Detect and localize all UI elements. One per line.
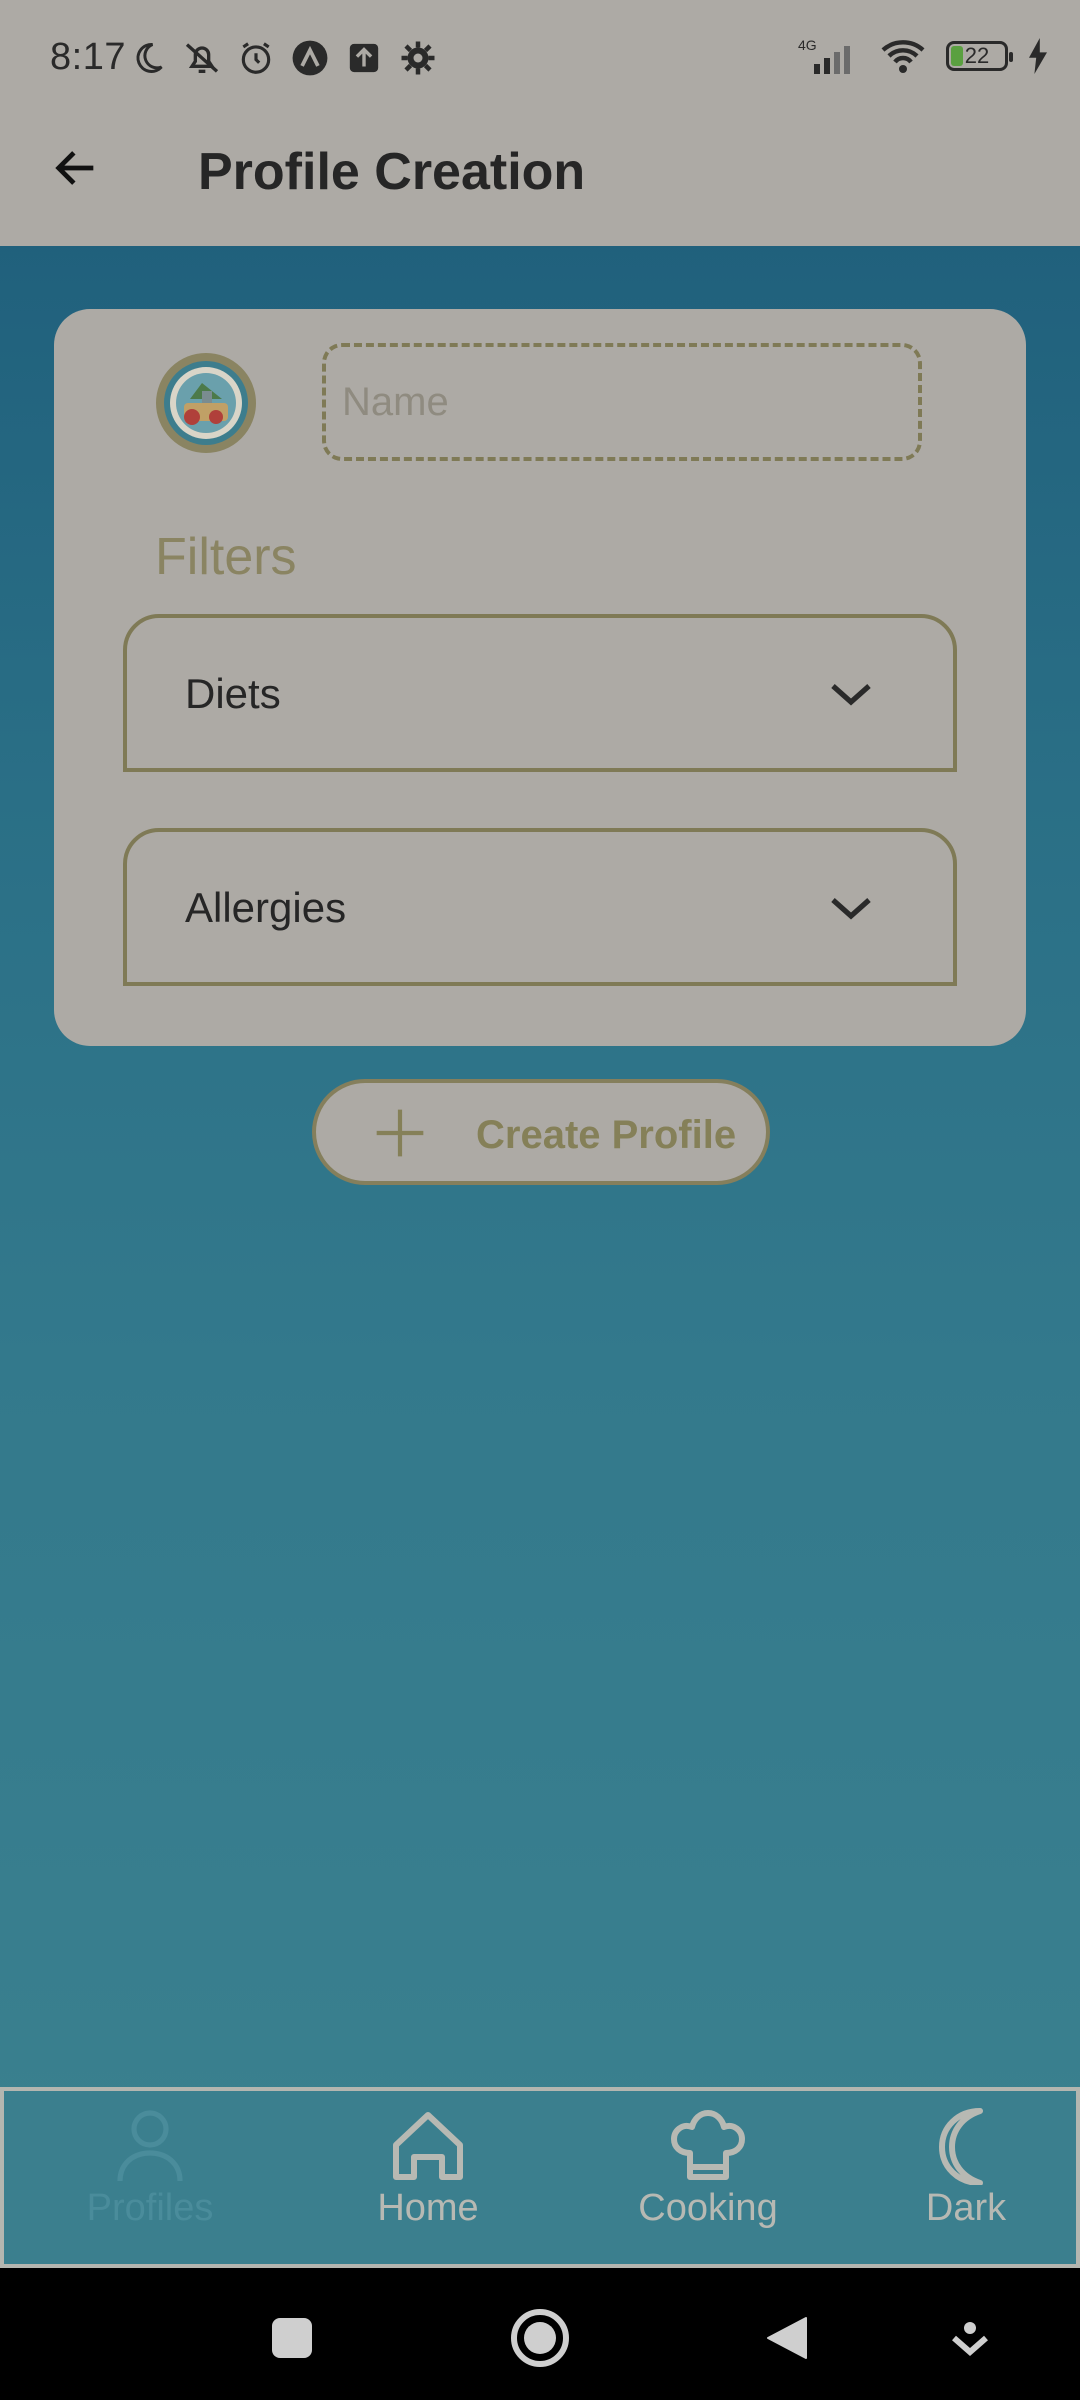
signal-icon: 4G bbox=[794, 36, 860, 76]
nav-label-cooking: Cooking bbox=[638, 2187, 778, 2229]
food-emblem-icon bbox=[164, 361, 248, 445]
chevron-down-icon bbox=[831, 898, 871, 920]
nav-label-profiles: Profiles bbox=[86, 2187, 214, 2229]
filters-heading: Filters bbox=[155, 528, 297, 586]
plus-icon bbox=[376, 1109, 424, 1157]
allergies-dropdown[interactable]: Allergies bbox=[123, 828, 957, 986]
profile-card: Filters Diets Allergies bbox=[54, 309, 1026, 1046]
status-time: 8:17 bbox=[50, 36, 126, 78]
battery-level: 22 bbox=[964, 43, 990, 68]
status-bar: 8:17 4G 22 bbox=[0, 0, 1080, 120]
page-title: Profile Creation bbox=[198, 143, 586, 201]
svg-text:4G: 4G bbox=[798, 37, 817, 53]
back-system-button[interactable] bbox=[762, 2314, 808, 2367]
bottom-navigation: Profiles Home Cooking Dark bbox=[0, 2087, 1080, 2268]
app-icon bbox=[290, 38, 330, 78]
silent-icon bbox=[182, 38, 222, 78]
profile-avatar[interactable] bbox=[156, 353, 256, 453]
recents-button[interactable] bbox=[270, 2316, 314, 2365]
nav-item-profiles[interactable]: Profiles bbox=[50, 2101, 250, 2261]
chevron-down-icon bbox=[831, 684, 871, 706]
status-icons-right: 4G 22 bbox=[794, 36, 1050, 76]
top-bar: 8:17 4G 22 Profile Creation bbox=[0, 0, 1080, 246]
square-icon bbox=[272, 2318, 312, 2358]
status-icons-left bbox=[128, 38, 438, 78]
system-navigation-bar bbox=[0, 2268, 1080, 2400]
gear-icon bbox=[398, 38, 438, 78]
keyboard-hide-button[interactable] bbox=[950, 2318, 990, 2363]
create-profile-label: Create Profile bbox=[476, 1113, 737, 1157]
circle-icon bbox=[511, 2309, 569, 2367]
name-field[interactable] bbox=[322, 343, 922, 461]
create-profile-button[interactable]: Create Profile bbox=[312, 1079, 770, 1185]
allergies-dropdown-label: Allergies bbox=[185, 884, 347, 931]
chef-hat-icon bbox=[671, 2110, 745, 2180]
battery-icon: 22 bbox=[946, 41, 1013, 71]
arrow-left-icon bbox=[55, 151, 94, 185]
upload-icon bbox=[344, 38, 384, 78]
moon-icon bbox=[128, 38, 168, 78]
home-icon bbox=[393, 2112, 463, 2180]
name-input[interactable] bbox=[326, 347, 918, 457]
diets-dropdown[interactable]: Diets bbox=[123, 614, 957, 772]
wifi-icon bbox=[878, 36, 928, 76]
nav-label-home: Home bbox=[377, 2187, 479, 2229]
person-icon bbox=[117, 2110, 183, 2182]
nav-item-cooking[interactable]: Cooking bbox=[608, 2101, 808, 2261]
moon-icon bbox=[939, 2108, 983, 2185]
chevron-down-icon bbox=[952, 2322, 988, 2356]
home-system-button[interactable] bbox=[510, 2308, 570, 2373]
back-button[interactable] bbox=[44, 136, 108, 200]
nav-item-dark[interactable]: Dark bbox=[866, 2101, 1066, 2261]
nav-item-home[interactable]: Home bbox=[328, 2101, 528, 2261]
charging-icon bbox=[1026, 36, 1050, 76]
alarm-icon bbox=[236, 38, 276, 78]
diets-dropdown-label: Diets bbox=[185, 670, 281, 717]
nav-label-dark: Dark bbox=[925, 2187, 1007, 2229]
app-screen: 8:17 4G 22 Profile Creation Name Filters… bbox=[0, 0, 1080, 2268]
triangle-back-icon bbox=[767, 2317, 807, 2359]
